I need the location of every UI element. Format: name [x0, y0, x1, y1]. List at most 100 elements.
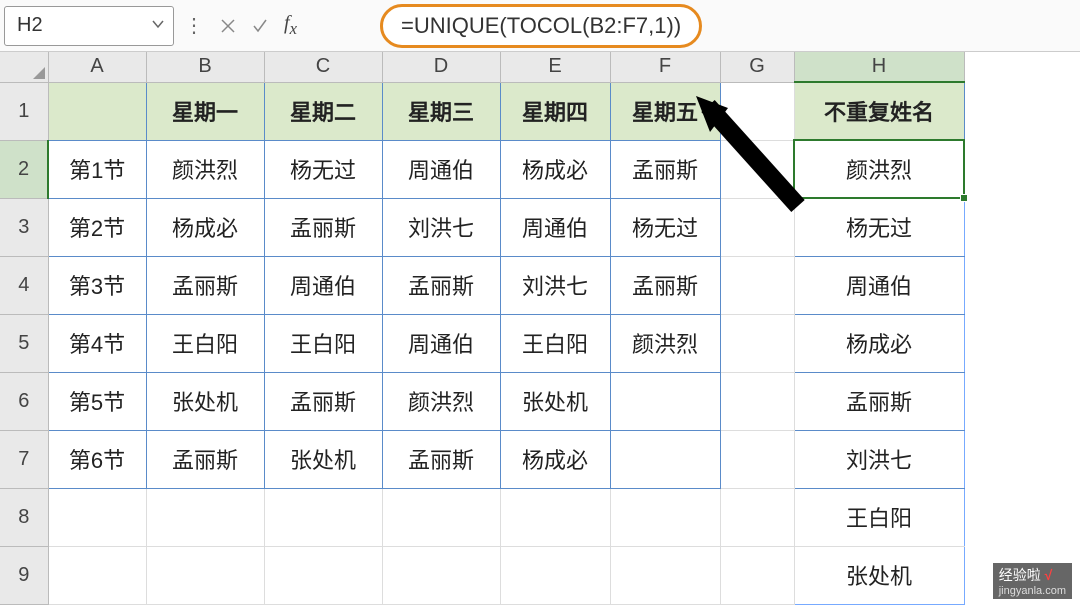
formula-input[interactable]: =UNIQUE(TOCOL(B2:F7,1))	[380, 4, 702, 48]
cell-E3[interactable]: 周通伯	[500, 198, 610, 256]
cell-F5[interactable]: 颜洪烈	[610, 314, 720, 372]
cell-G2[interactable]	[720, 140, 794, 198]
cell-C9[interactable]	[264, 546, 382, 604]
cell-F1[interactable]: 星期五	[610, 82, 720, 140]
cell-E4[interactable]: 刘洪七	[500, 256, 610, 314]
cell-A1[interactable]	[48, 82, 146, 140]
cell-C1[interactable]: 星期二	[264, 82, 382, 140]
cell-D6[interactable]: 颜洪烈	[382, 372, 500, 430]
cell-G1[interactable]	[720, 82, 794, 140]
chevron-down-icon[interactable]	[151, 14, 165, 37]
cell-B9[interactable]	[146, 546, 264, 604]
cell-F8[interactable]	[610, 488, 720, 546]
cell-D8[interactable]	[382, 488, 500, 546]
row-header-9[interactable]: 9	[0, 546, 48, 604]
spreadsheet-grid: A B C D E F G H 1 星期一 星期二 星期三 星期四 星期五 不重…	[0, 52, 1080, 605]
cell-G8[interactable]	[720, 488, 794, 546]
cell-E9[interactable]	[500, 546, 610, 604]
col-header-D[interactable]: D	[382, 52, 500, 82]
col-header-F[interactable]: F	[610, 52, 720, 82]
cell-D9[interactable]	[382, 546, 500, 604]
cell-H5[interactable]: 杨成必	[794, 314, 964, 372]
cell-C5[interactable]: 王白阳	[264, 314, 382, 372]
cell-G9[interactable]	[720, 546, 794, 604]
cell-A2[interactable]: 第1节	[48, 140, 146, 198]
col-header-C[interactable]: C	[264, 52, 382, 82]
cell-A4[interactable]: 第3节	[48, 256, 146, 314]
cell-H2[interactable]: 颜洪烈	[794, 140, 964, 198]
cell-G6[interactable]	[720, 372, 794, 430]
cell-D4[interactable]: 孟丽斯	[382, 256, 500, 314]
row-header-7[interactable]: 7	[0, 430, 48, 488]
cell-C6[interactable]: 孟丽斯	[264, 372, 382, 430]
row-header-2[interactable]: 2	[0, 140, 48, 198]
cell-G3[interactable]	[720, 198, 794, 256]
cell-F7[interactable]	[610, 430, 720, 488]
cell-C4[interactable]: 周通伯	[264, 256, 382, 314]
cell-B7[interactable]: 孟丽斯	[146, 430, 264, 488]
cell-H8[interactable]: 王白阳	[794, 488, 964, 546]
cell-B6[interactable]: 张处机	[146, 372, 264, 430]
cell-G7[interactable]	[720, 430, 794, 488]
row-header-8[interactable]: 8	[0, 488, 48, 546]
cell-F2[interactable]: 孟丽斯	[610, 140, 720, 198]
cell-H6[interactable]: 孟丽斯	[794, 372, 964, 430]
cell-E6[interactable]: 张处机	[500, 372, 610, 430]
col-header-A[interactable]: A	[48, 52, 146, 82]
cell-A8[interactable]	[48, 488, 146, 546]
cell-C3[interactable]: 孟丽斯	[264, 198, 382, 256]
cell-C2[interactable]: 杨无过	[264, 140, 382, 198]
fx-icon[interactable]: fx	[276, 12, 305, 39]
cell-B5[interactable]: 王白阳	[146, 314, 264, 372]
cell-H1[interactable]: 不重复姓名	[794, 82, 964, 140]
col-header-G[interactable]: G	[720, 52, 794, 82]
fill-handle[interactable]	[960, 194, 968, 202]
formula-bar: H2 ⋮ fx =UNIQUE(TOCOL(B2:F7,1))	[0, 0, 1080, 52]
cell-C8[interactable]	[264, 488, 382, 546]
cell-F3[interactable]: 杨无过	[610, 198, 720, 256]
cell-A9[interactable]	[48, 546, 146, 604]
cell-B2[interactable]: 颜洪烈	[146, 140, 264, 198]
cell-E1[interactable]: 星期四	[500, 82, 610, 140]
cell-B1[interactable]: 星期一	[146, 82, 264, 140]
name-box[interactable]: H2	[4, 6, 174, 46]
select-all-corner[interactable]	[0, 52, 48, 82]
cell-G4[interactable]	[720, 256, 794, 314]
row-header-5[interactable]: 5	[0, 314, 48, 372]
cell-E8[interactable]	[500, 488, 610, 546]
cell-E2[interactable]: 杨成必	[500, 140, 610, 198]
cell-F9[interactable]	[610, 546, 720, 604]
col-header-B[interactable]: B	[146, 52, 264, 82]
cell-A3[interactable]: 第2节	[48, 198, 146, 256]
row-header-1[interactable]: 1	[0, 82, 48, 140]
cancel-button[interactable]	[212, 6, 244, 46]
cell-H7[interactable]: 刘洪七	[794, 430, 964, 488]
cell-H4[interactable]: 周通伯	[794, 256, 964, 314]
cell-A6[interactable]: 第5节	[48, 372, 146, 430]
row-header-6[interactable]: 6	[0, 372, 48, 430]
confirm-button[interactable]	[244, 6, 276, 46]
row-header-4[interactable]: 4	[0, 256, 48, 314]
cell-E5[interactable]: 王白阳	[500, 314, 610, 372]
col-header-E[interactable]: E	[500, 52, 610, 82]
cell-H9[interactable]: 张处机	[794, 546, 964, 604]
cell-G5[interactable]	[720, 314, 794, 372]
cell-F6[interactable]	[610, 372, 720, 430]
row-header-3[interactable]: 3	[0, 198, 48, 256]
cell-D7[interactable]: 孟丽斯	[382, 430, 500, 488]
cell-F4[interactable]: 孟丽斯	[610, 256, 720, 314]
cell-D3[interactable]: 刘洪七	[382, 198, 500, 256]
cell-H3[interactable]: 杨无过	[794, 198, 964, 256]
cell-A5[interactable]: 第4节	[48, 314, 146, 372]
cell-C7[interactable]: 张处机	[264, 430, 382, 488]
col-header-H[interactable]: H	[794, 52, 964, 82]
cell-B3[interactable]: 杨成必	[146, 198, 264, 256]
cell-A7[interactable]: 第6节	[48, 430, 146, 488]
cell-B8[interactable]	[146, 488, 264, 546]
cell-D5[interactable]: 周通伯	[382, 314, 500, 372]
cell-E7[interactable]: 杨成必	[500, 430, 610, 488]
cell-B4[interactable]: 孟丽斯	[146, 256, 264, 314]
cell-reference: H2	[17, 14, 43, 37]
cell-D2[interactable]: 周通伯	[382, 140, 500, 198]
cell-D1[interactable]: 星期三	[382, 82, 500, 140]
